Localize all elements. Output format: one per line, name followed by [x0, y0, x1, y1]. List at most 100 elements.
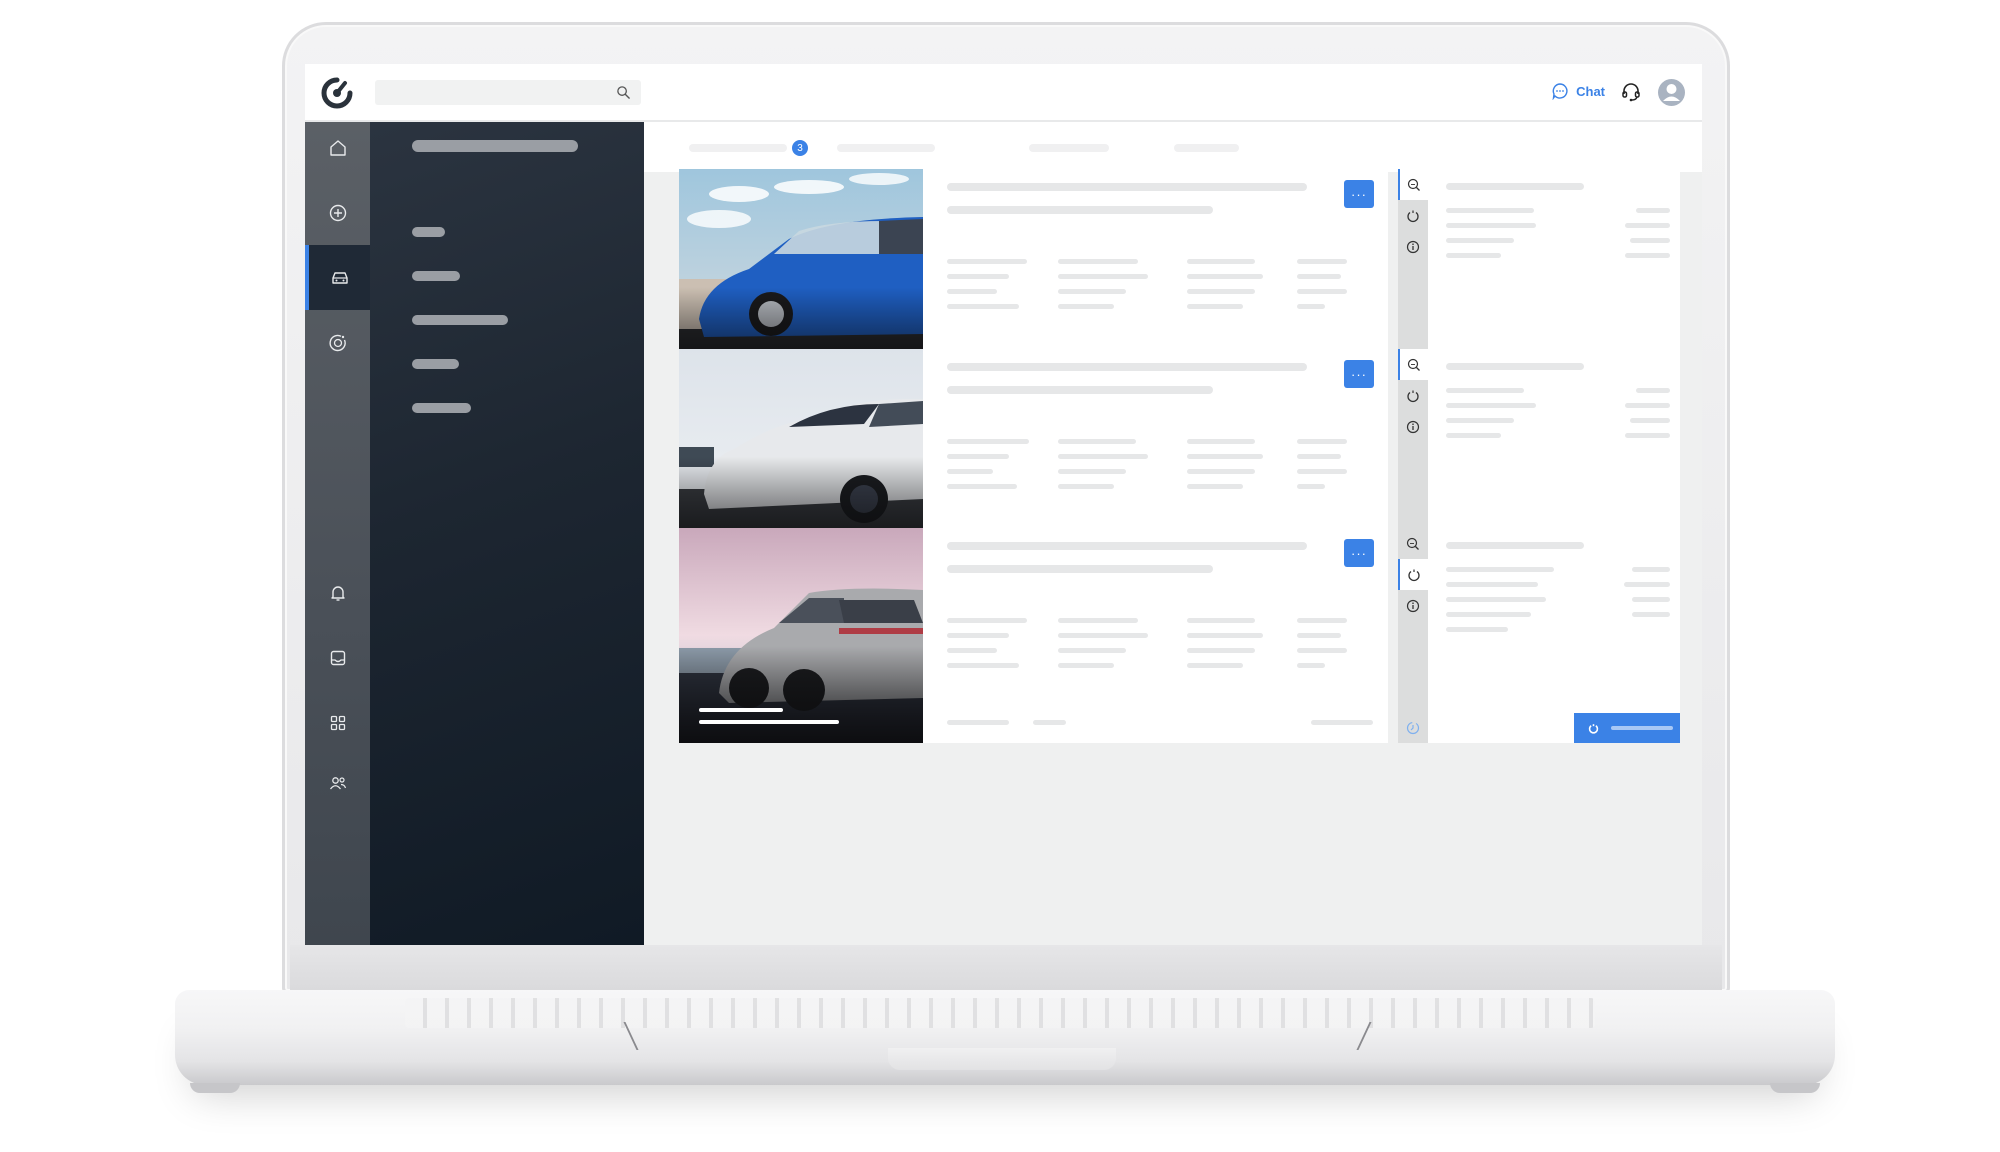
image-caption-line [699, 708, 783, 712]
vehicle-subtitle-placeholder [947, 206, 1213, 214]
nav-item-notifications[interactable] [305, 560, 370, 625]
vehicle-side-panel [1398, 528, 1680, 743]
app-screen: Chat 3 ··· ··· ··· [305, 64, 1702, 945]
vehicle-subtitle-placeholder [947, 386, 1213, 394]
spec-placeholder [1058, 274, 1148, 279]
more-options-button[interactable]: ··· [1344, 360, 1374, 388]
side-panel-tabs [1398, 528, 1428, 743]
spec-placeholder [1187, 618, 1255, 623]
nav-item-wheel[interactable] [305, 310, 370, 375]
zoom-search-icon [1406, 537, 1419, 550]
side-row-value [1625, 433, 1670, 438]
vehicle-title-placeholder [947, 183, 1307, 191]
side-tab-timer[interactable] [1398, 559, 1428, 590]
chat-label: Chat [1576, 83, 1605, 99]
spec-placeholder [1058, 618, 1138, 623]
search-icon[interactable] [616, 85, 631, 100]
bell-icon [330, 585, 345, 601]
side-title-placeholder [1446, 363, 1584, 370]
secondary-nav-panel [370, 122, 644, 945]
nav-item-add[interactable] [305, 180, 370, 245]
more-options-label: ··· [1351, 366, 1367, 382]
side-row-value [1630, 238, 1670, 243]
nav-item-inbox[interactable] [305, 625, 370, 690]
timer-icon [1408, 569, 1420, 581]
side-row-value [1625, 253, 1670, 258]
info-icon [1406, 599, 1420, 612]
tab-3[interactable] [1029, 144, 1109, 152]
spec-placeholder [1187, 469, 1255, 474]
spec-placeholder [1187, 439, 1255, 444]
side-row-label [1446, 223, 1536, 228]
side-title-placeholder [1446, 183, 1584, 190]
side-title-placeholder [1446, 542, 1584, 549]
spec-placeholder [1297, 259, 1347, 264]
spec-placeholder [947, 454, 1009, 459]
side-tab-timer[interactable] [1398, 380, 1428, 411]
panel-menu-item[interactable] [412, 227, 445, 237]
side-row-label [1446, 388, 1524, 393]
spec-placeholder [1187, 663, 1243, 668]
spec-placeholder [1058, 633, 1148, 638]
vehicle-details: ··· [923, 528, 1388, 743]
spec-placeholder [1058, 289, 1126, 294]
spec-placeholder [1058, 648, 1126, 653]
side-row-label [1446, 597, 1546, 602]
panel-menu-item[interactable] [412, 359, 459, 369]
spec-placeholder [1058, 663, 1114, 668]
primary-action-button[interactable] [1574, 713, 1680, 743]
panel-menu-item[interactable] [412, 271, 460, 281]
more-options-button[interactable]: ··· [1344, 180, 1374, 208]
nav-item-home[interactable] [305, 115, 370, 180]
side-tab-info[interactable] [1398, 411, 1428, 442]
side-tab-inspect[interactable] [1398, 169, 1428, 200]
tab-4[interactable] [1174, 144, 1239, 152]
spec-placeholder [1297, 633, 1341, 638]
spec-placeholder [1297, 454, 1341, 459]
side-row-label [1446, 208, 1534, 213]
side-tab-timer[interactable] [1398, 200, 1428, 231]
chat-button[interactable]: Chat [1551, 82, 1605, 100]
side-row-value [1624, 582, 1670, 587]
panel-menu-item[interactable] [412, 403, 471, 413]
side-row-value [1636, 208, 1670, 213]
footer-placeholder [1311, 720, 1373, 725]
headset-icon[interactable] [1620, 81, 1642, 103]
footer-placeholder [1033, 720, 1066, 725]
info-icon [1406, 420, 1420, 433]
vehicle-title-placeholder [947, 542, 1307, 550]
vehicle-image[interactable] [679, 528, 923, 743]
gauge-logo-icon[interactable] [321, 77, 353, 109]
tab-bar: 3 [644, 122, 1702, 172]
info-icon [1406, 240, 1420, 253]
side-tab-inspect[interactable] [1398, 349, 1428, 380]
spec-placeholder [1297, 618, 1347, 623]
side-tab-inspect[interactable] [1398, 528, 1428, 559]
nav-item-users[interactable] [305, 750, 370, 815]
tab-1[interactable] [689, 144, 787, 152]
more-options-button[interactable]: ··· [1344, 539, 1374, 567]
spec-placeholder [947, 633, 1009, 638]
spec-placeholder [947, 484, 1017, 489]
user-avatar-icon[interactable] [1658, 79, 1685, 106]
spec-placeholder [1058, 439, 1136, 444]
spec-placeholder [1058, 259, 1138, 264]
spec-placeholder [947, 469, 993, 474]
spec-placeholder [1187, 274, 1263, 279]
laptop-keyboard [405, 998, 1595, 1028]
laptop-mockup: Chat 3 ··· ··· ··· [0, 0, 2000, 1152]
side-tab-info[interactable] [1398, 590, 1428, 621]
tab-2[interactable] [837, 144, 935, 152]
spec-placeholder [1297, 289, 1347, 294]
side-tab-info[interactable] [1398, 231, 1428, 262]
panel-menu-item[interactable] [412, 315, 508, 325]
nav-rail [305, 122, 370, 945]
nav-item-apps[interactable] [305, 690, 370, 755]
side-row-label [1446, 253, 1501, 258]
spec-placeholder [947, 618, 1027, 623]
tab-count-badge: 3 [792, 140, 808, 156]
side-tab-history[interactable] [1398, 712, 1428, 743]
search-input[interactable] [375, 80, 641, 105]
nav-item-vehicles[interactable] [305, 245, 370, 310]
car-icon [331, 271, 348, 284]
